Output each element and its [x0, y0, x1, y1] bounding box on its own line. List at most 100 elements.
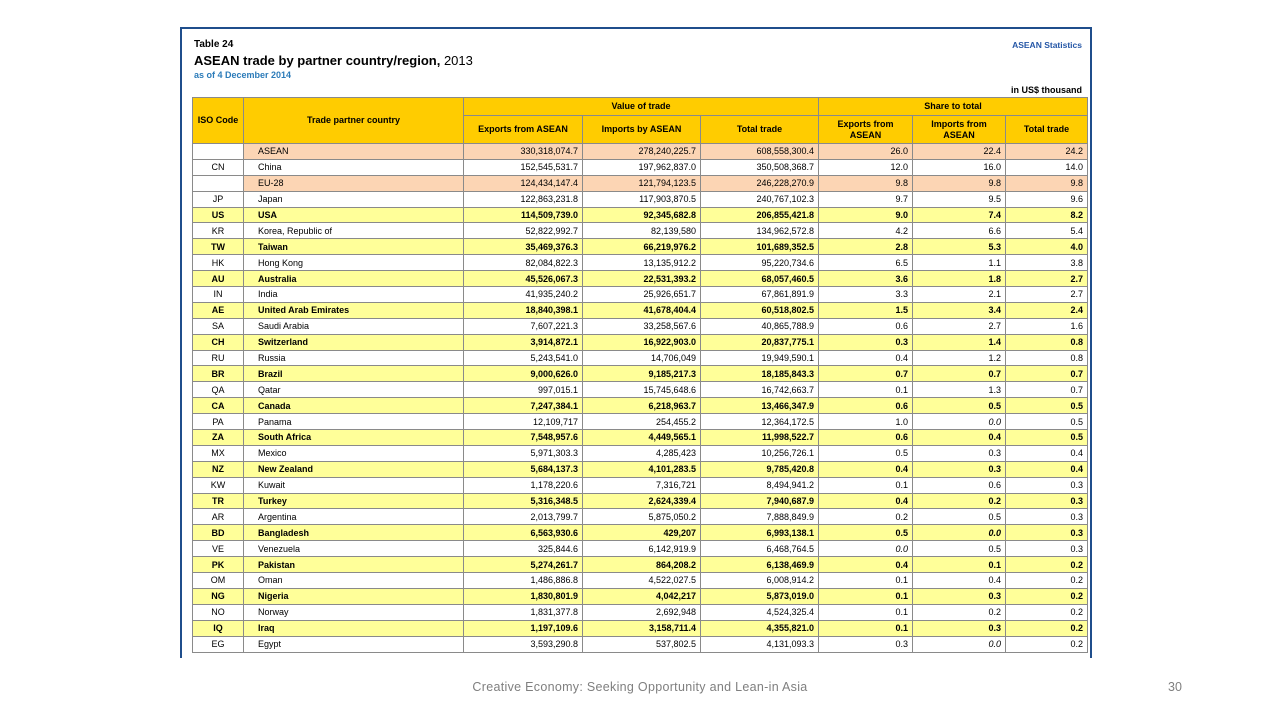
cell-partner: South Africa [243, 429, 464, 446]
cell-share-exports: 0.6 [818, 317, 914, 335]
cell-share-total: 0.2 [1005, 587, 1089, 605]
cell-share-exports: 0.4 [818, 349, 914, 367]
cell-imports: 6,218,963.7 [582, 397, 701, 415]
cell-iso: KW [192, 476, 244, 494]
cell-share-exports: 9.8 [818, 174, 914, 192]
cell-share-total: 3.8 [1005, 254, 1089, 272]
table-row: NO Norway 1,831,377.8 2,692,948 4,524,325.4 0… [192, 603, 1089, 621]
cell-partner: USA [243, 206, 464, 224]
source-brand: ASEAN Statistics [1012, 40, 1082, 50]
cell-exports: 6,563,930.6 [463, 524, 583, 542]
cell-exports: 41,935,240.2 [463, 286, 583, 303]
cell-share-exports: 26.0 [818, 143, 914, 160]
cell-exports: 997,015.1 [463, 381, 583, 399]
cell-share-imports: 0.3 [912, 444, 1007, 462]
cell-share-exports: 9.0 [818, 206, 914, 224]
cell-share-total: 9.8 [1005, 174, 1089, 192]
header-share-total: Total trade [1005, 115, 1089, 144]
cell-iso: RU [192, 349, 244, 367]
cell-iso: MX [192, 444, 244, 462]
cell-imports: 9,185,217.3 [582, 365, 701, 383]
cell-imports: 22,531,393.2 [582, 270, 701, 288]
cell-total: 608,558,300.4 [699, 143, 820, 160]
cell-partner: Argentina [243, 508, 464, 526]
cell-share-exports: 0.1 [818, 572, 914, 589]
table-row: AU Australia 45,526,067.3 22,531,393.2 68,05… [192, 270, 1089, 288]
table-row: TR Turkey 5,316,348.5 2,624,339.4 7,940,687.… [192, 492, 1089, 510]
cell-share-imports: 0.0 [912, 524, 1007, 542]
cell-partner: Pakistan [243, 556, 464, 574]
table-row: CN China 152,545,531.7 197,962,837.0 350,508… [192, 158, 1089, 176]
cell-exports: 1,830,801.9 [463, 587, 583, 605]
cell-share-total: 0.3 [1005, 540, 1089, 558]
cell-share-exports: 0.5 [818, 444, 914, 462]
cell-partner: Australia [243, 270, 464, 288]
table-row: EU-28 124,434,147.4 121,794,123.5 246,228,2… [192, 174, 1089, 192]
cell-iso: HK [192, 254, 244, 272]
cell-partner: ASEAN [243, 143, 464, 160]
table-row: IQ Iraq 1,197,109.6 3,158,711.4 4,355,821.0 0… [192, 619, 1089, 637]
cell-total: 6,993,138.1 [699, 524, 820, 542]
cell-total: 4,524,325.4 [699, 603, 820, 621]
table-row: ASEAN 330,318,074.7 278,240,225.7 608,558,3… [192, 143, 1089, 160]
table-row: EG Egypt 3,593,290.8 537,802.5 4,131,093.3 0.… [192, 635, 1089, 653]
cell-exports: 152,545,531.7 [463, 158, 583, 176]
cell-iso: BR [192, 365, 244, 383]
cell-share-total: 5.4 [1005, 222, 1089, 240]
table-row: AE United Arab Emirates 18,840,398.1 41,678… [192, 301, 1089, 319]
cell-share-exports: 0.5 [818, 524, 914, 542]
cell-iso: TW [192, 238, 244, 256]
trade-table: ISO Code Trade partner country Value of … [192, 97, 1089, 653]
cell-exports: 330,318,074.7 [463, 143, 583, 160]
cell-share-exports: 9.7 [818, 190, 914, 208]
cell-share-exports: 2.8 [818, 238, 914, 256]
cell-iso: NZ [192, 460, 244, 478]
cell-iso: PK [192, 556, 244, 574]
cell-total: 134,962,572.8 [699, 222, 820, 240]
cell-partner: United Arab Emirates [243, 301, 464, 319]
cell-iso: NO [192, 603, 244, 621]
table-row: QA Qatar 997,015.1 15,745,648.6 16,742,663.7… [192, 381, 1089, 399]
cell-total: 20,837,775.1 [699, 333, 820, 351]
cell-partner: India [243, 286, 464, 303]
cell-share-imports: 0.3 [912, 460, 1007, 478]
table-row: CH Switzerland 3,914,872.1 16,922,903.0 20,8… [192, 333, 1089, 351]
cell-iso: SA [192, 317, 244, 335]
cell-iso: AU [192, 270, 244, 288]
table-row: RU Russia 5,243,541.0 14,706,049 19,949,590.… [192, 349, 1089, 367]
cell-partner: Panama [243, 413, 464, 431]
table-row: JP Japan 122,863,231.8 117,903,870.5 240,767… [192, 190, 1089, 208]
cell-total: 13,466,347.9 [699, 397, 820, 415]
cell-share-total: 0.5 [1005, 429, 1089, 446]
cell-partner: Nigeria [243, 587, 464, 605]
cell-exports: 7,607,221.3 [463, 317, 583, 335]
table-row: KR Korea, Republic of 52,822,992.7 82,139,5… [192, 222, 1089, 240]
cell-share-exports: 0.1 [818, 476, 914, 494]
table-row: BD Bangladesh 6,563,930.6 429,207 6,993,138.… [192, 524, 1089, 542]
cell-share-total: 0.2 [1005, 635, 1089, 653]
header-exports: Exports from ASEAN [463, 115, 583, 144]
cell-imports: 4,522,027.5 [582, 572, 701, 589]
cell-share-imports: 1.3 [912, 381, 1007, 399]
cell-share-exports: 0.1 [818, 587, 914, 605]
cell-imports: 2,692,948 [582, 603, 701, 621]
cell-share-total: 14.0 [1005, 158, 1089, 176]
cell-share-imports: 6.6 [912, 222, 1007, 240]
cell-share-imports: 3.4 [912, 301, 1007, 319]
cell-iso: CN [192, 158, 244, 176]
cell-exports: 1,831,377.8 [463, 603, 583, 621]
cell-imports: 13,135,912.2 [582, 254, 701, 272]
cell-partner: Venezuela [243, 540, 464, 558]
cell-iso: PA [192, 413, 244, 431]
cell-imports: 121,794,123.5 [582, 174, 701, 192]
table-row: NZ New Zealand 5,684,137.3 4,101,283.5 9,785… [192, 460, 1089, 478]
cell-partner: Iraq [243, 619, 464, 637]
cell-partner: China [243, 158, 464, 176]
cell-imports: 66,219,976.2 [582, 238, 701, 256]
page-number: 30 [1168, 680, 1182, 694]
cell-share-total: 0.3 [1005, 524, 1089, 542]
cell-iso: US [192, 206, 244, 224]
header-iso-code: ISO Code [192, 97, 244, 144]
cell-exports: 5,243,541.0 [463, 349, 583, 367]
cell-share-exports: 0.2 [818, 508, 914, 526]
